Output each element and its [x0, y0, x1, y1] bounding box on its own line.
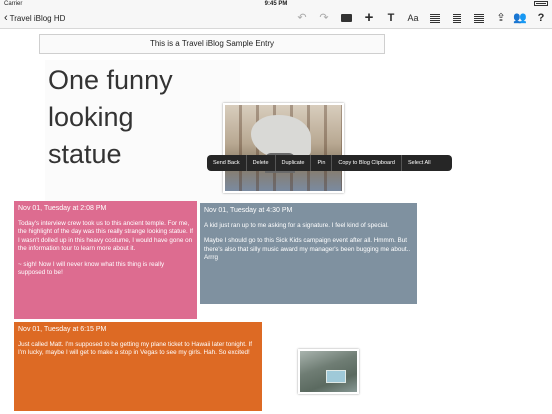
add-icon[interactable]: +: [361, 10, 377, 26]
redo-icon[interactable]: ↷: [316, 10, 332, 26]
help-icon[interactable]: ?: [533, 10, 549, 26]
headline-text-box[interactable]: One funny looking statue: [45, 60, 240, 210]
toolbar: ‹ Travel iBlog HD ↶ ↷ + T Aa ⇪ 👥?: [0, 8, 552, 29]
text-tool-icon[interactable]: T: [383, 10, 399, 26]
align-left-icon[interactable]: [427, 10, 443, 26]
note-paragraph: Today's interview crew took us to this a…: [18, 219, 194, 253]
note-orange[interactable]: Nov 01, Tuesday at 6:15 PM Just called M…: [14, 322, 262, 411]
menu-delete[interactable]: Delete: [247, 155, 276, 171]
chevron-left-icon: ‹: [4, 12, 8, 24]
pool-shape: [326, 370, 346, 383]
note-date: Nov 01, Tuesday at 2:08 PM: [18, 205, 107, 212]
battery-icon: [534, 1, 548, 6]
status-bar: Carrier 9:45 PM: [0, 0, 552, 8]
back-label: Travel iBlog HD: [9, 14, 66, 23]
share-icon[interactable]: ⇪: [493, 10, 509, 26]
context-menu: Send Back Delete Duplicate Pin Copy to B…: [207, 155, 452, 171]
menu-send-back[interactable]: Send Back: [207, 155, 247, 171]
blog-page[interactable]: This is a Travel iBlog Sample Entry One …: [0, 29, 552, 414]
menu-pin[interactable]: Pin: [311, 155, 333, 171]
entry-title-field[interactable]: This is a Travel iBlog Sample Entry: [39, 34, 385, 54]
note-paragraph: Just called Matt. I'm supposed to be get…: [18, 340, 252, 357]
note-date: Nov 01, Tuesday at 4:30 PM: [204, 207, 293, 214]
clock: 9:45 PM: [264, 1, 288, 7]
headline-line-3: statue: [48, 139, 122, 169]
statue-photo[interactable]: [223, 103, 344, 193]
align-center-icon[interactable]: [449, 10, 465, 26]
note-slate[interactable]: Nov 01, Tuesday at 4:30 PM A kid just ra…: [200, 203, 417, 304]
note-pink[interactable]: Nov 01, Tuesday at 2:08 PM Today's inter…: [14, 201, 197, 319]
resort-photo[interactable]: [298, 349, 359, 394]
folder-icon[interactable]: [338, 10, 354, 26]
menu-copy-to-blog-clipboard[interactable]: Copy to Blog Clipboard: [332, 155, 402, 171]
headline-line-1: One funny: [48, 65, 173, 95]
font-icon[interactable]: Aa: [405, 10, 421, 26]
note-paragraph: ~ sigh! Now I will never know what this …: [18, 260, 165, 277]
menu-select-all[interactable]: Select All: [402, 155, 437, 171]
menu-duplicate[interactable]: Duplicate: [276, 155, 312, 171]
headline-line-2: looking: [48, 102, 134, 132]
note-paragraph: Maybe I should go to this Sick Kids camp…: [204, 237, 411, 261]
headline-text: One funny looking statue: [48, 62, 173, 173]
note-date: Nov 01, Tuesday at 6:15 PM: [18, 326, 107, 333]
undo-icon[interactable]: ↶: [294, 10, 310, 26]
back-button[interactable]: ‹ Travel iBlog HD: [4, 11, 65, 26]
note-paragraph: A kid just ran up to me asking for a sig…: [204, 221, 389, 229]
users-icon[interactable]: 👥: [512, 10, 528, 26]
align-justify-icon[interactable]: [471, 10, 487, 26]
